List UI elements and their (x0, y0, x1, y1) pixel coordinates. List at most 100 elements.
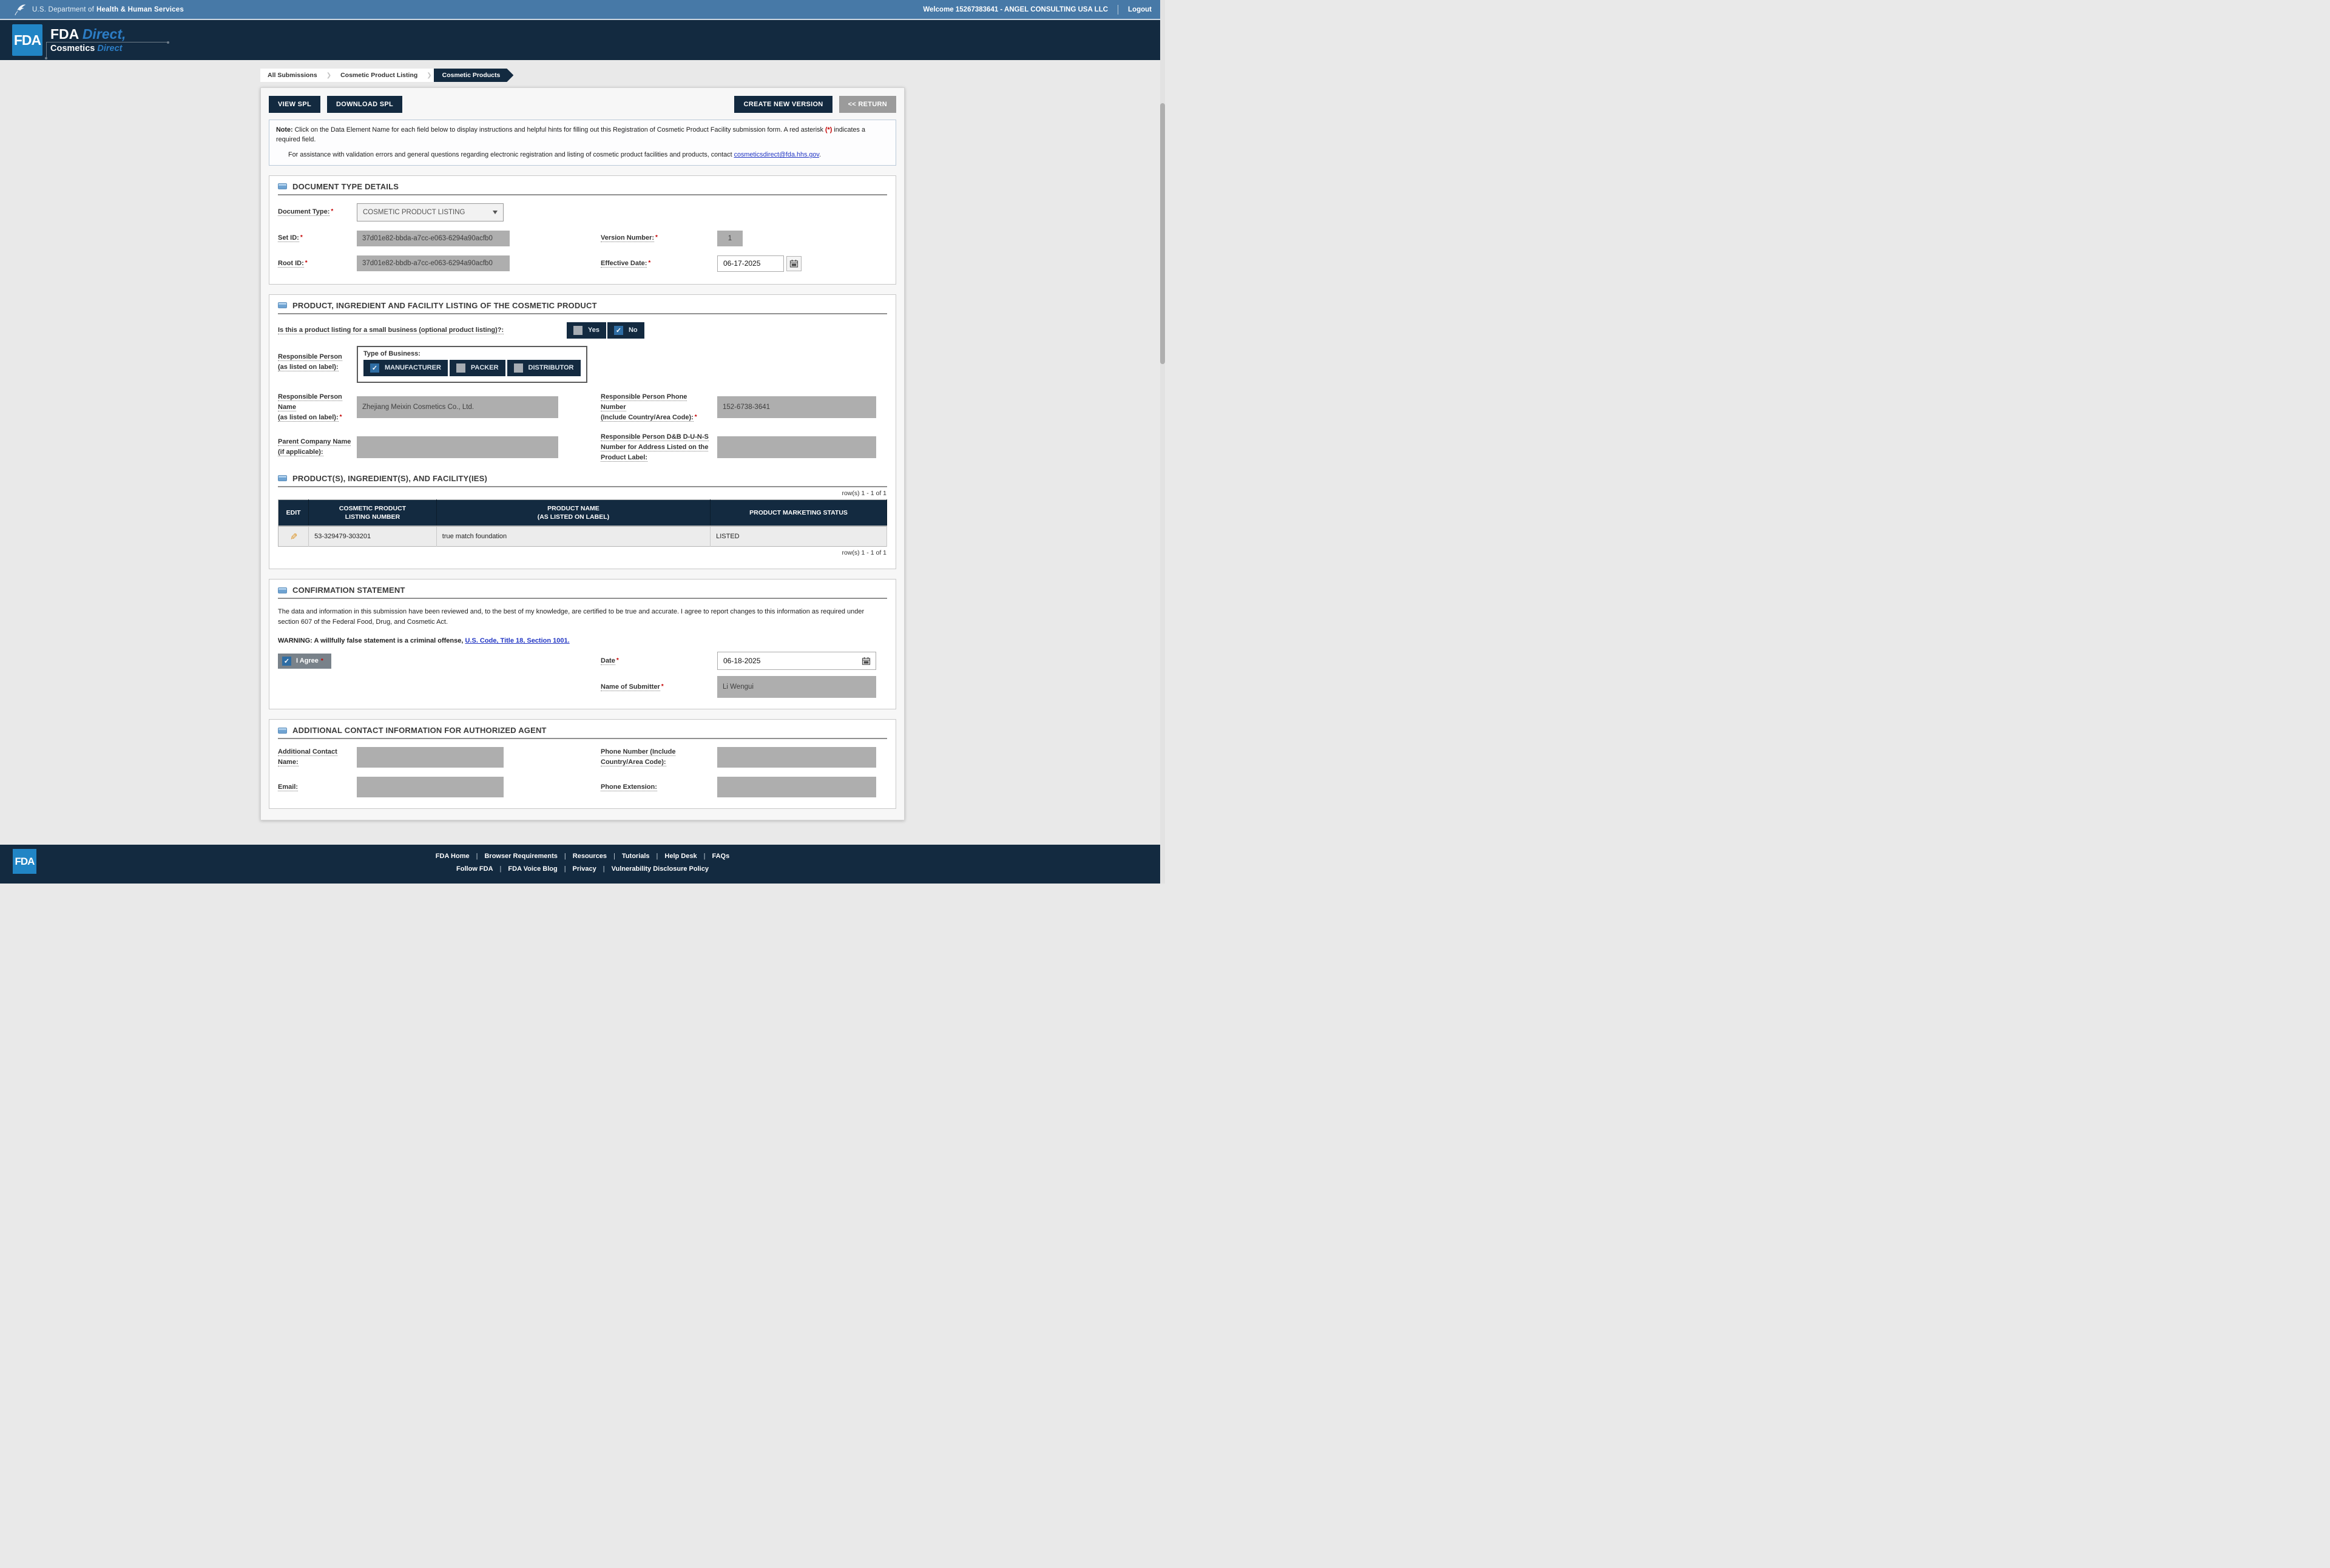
responsible-person-name-label[interactable]: Responsible Person Name (as listed on la… (278, 392, 357, 423)
date-label[interactable]: Date * (601, 656, 717, 666)
document-type-select[interactable]: COSMETIC PRODUCT LISTING (357, 203, 504, 221)
small-business-question-label[interactable]: Is this a product listing for a small bu… (278, 325, 563, 336)
additional-contact-name-field (357, 747, 504, 768)
logout-link[interactable]: Logout (1128, 6, 1152, 13)
section-title: PRODUCT, INGREDIENT AND FACILITY LISTING… (292, 300, 597, 310)
calendar-icon[interactable] (859, 654, 874, 669)
column-header-product-name: PRODUCT NAME (AS LISTED ON LABEL) (436, 499, 711, 527)
main-form-card: VIEW SPL DOWNLOAD SPL CREATE NEW VERSION… (260, 87, 905, 821)
set-id-label[interactable]: Set ID: * (278, 233, 357, 243)
brand-cosmetics-bold: Cosmetics (50, 44, 95, 54)
effective-date-input[interactable] (717, 255, 784, 272)
checkbox-icon: ✓ (613, 325, 623, 335)
fda-logo: FDA (12, 24, 42, 56)
checkbox-icon: ✓ (513, 363, 523, 373)
edit-pencil-icon[interactable]: ✎ (288, 533, 299, 541)
collapse-section-icon[interactable] (278, 183, 287, 190)
brand-fda-direct-bold: FDA (50, 25, 79, 42)
return-button[interactable]: << RETURN (839, 96, 896, 113)
responsible-person-duns-label[interactable]: Responsible Person D&B D-U-N-S Number fo… (601, 432, 717, 463)
hhs-eagle-icon (13, 4, 27, 16)
products-table: EDIT COSMETIC PRODUCT LISTING NUMBER PRO… (278, 499, 887, 547)
footer-links-row-1: FDA Home Browser Requirements Resources … (0, 853, 1165, 860)
small-business-no-checkbox[interactable]: ✓ No (607, 322, 644, 339)
footer-link-tutorials[interactable]: Tutorials (622, 853, 665, 860)
footer-link-vulnerability-policy[interactable]: Vulnerability Disclosure Policy (612, 865, 709, 873)
business-type-packer-checkbox[interactable]: ✓ PACKER (449, 359, 505, 376)
brand-cosmetics-italic: Direct (97, 44, 123, 54)
view-spl-button[interactable]: VIEW SPL (269, 96, 320, 113)
breadcrumb-cosmetic-product-listing[interactable]: Cosmetic Product Listing (333, 69, 425, 82)
download-spl-button[interactable]: DOWNLOAD SPL (326, 96, 403, 113)
section-header: DOCUMENT TYPE DETAILS (278, 182, 887, 195)
checkbox-icon: ✓ (573, 325, 582, 335)
us-code-link[interactable]: U.S. Code, Title 18, Section 1001. (465, 637, 569, 644)
root-id-field: 37d01e82-bbdb-a7cc-e063-6294a90acfb0 (357, 255, 510, 272)
section-title: ADDITIONAL CONTACT INFORMATION FOR AUTHO… (292, 726, 547, 735)
responsible-person-phone-label[interactable]: Responsible Person Phone Number (Include… (601, 392, 717, 423)
checkbox-icon: ✓ (370, 363, 379, 373)
collapse-section-icon[interactable] (278, 727, 287, 734)
section-product-ingredient-facility: PRODUCT, INGREDIENT AND FACILITY LISTING… (269, 294, 896, 570)
confirmation-date-input[interactable] (718, 653, 856, 669)
breadcrumb-all-submissions[interactable]: All Submissions (260, 69, 325, 82)
checkbox-icon: ✓ (282, 656, 291, 666)
effective-date-label[interactable]: Effective Date: * (601, 259, 717, 269)
section-document-type-details: DOCUMENT TYPE DETAILS Document Type: * CO… (269, 175, 896, 285)
calendar-icon[interactable] (786, 255, 802, 271)
email-field (357, 777, 504, 798)
product-name-cell: true match foundation (436, 525, 711, 547)
section-header: ADDITIONAL CONTACT INFORMATION FOR AUTHO… (278, 726, 887, 740)
note-box: Note: Click on the Data Element Name for… (269, 120, 896, 166)
parent-company-name-label[interactable]: Parent Company Name (if applicable): (278, 437, 357, 458)
footer-link-follow-fda[interactable]: Follow FDA (456, 865, 508, 873)
brand-header: FDA FDA Direct, Cosmetics Direct (0, 20, 1165, 60)
version-number-label[interactable]: Version Number: * (601, 233, 717, 243)
footer-link-fda-voice-blog[interactable]: FDA Voice Blog (508, 865, 572, 873)
note-text: Note: Click on the Data Element Name for… (276, 126, 865, 144)
collapse-section-icon[interactable] (278, 587, 287, 593)
section-title: DOCUMENT TYPE DETAILS (292, 181, 399, 191)
collapse-section-icon[interactable] (278, 475, 287, 482)
set-id-field: 37d01e82-bbda-a7cc-e063-6294a90acfb0 (357, 230, 510, 246)
column-header-marketing-status: PRODUCT MARKETING STATUS (710, 499, 887, 527)
table-row-count-bottom: row(s) 1 - 1 of 1 (842, 549, 886, 557)
phone-extension-label[interactable]: Phone Extension: (601, 782, 717, 792)
section-additional-contact: ADDITIONAL CONTACT INFORMATION FOR AUTHO… (269, 719, 896, 809)
version-number-field: 1 (717, 230, 743, 246)
footer-link-resources[interactable]: Resources (573, 853, 622, 860)
document-type-label[interactable]: Document Type: * (278, 207, 357, 217)
footer-link-privacy[interactable]: Privacy (573, 865, 612, 873)
phone-extension-field (717, 777, 876, 798)
footer-link-browser-requirements[interactable]: Browser Requirements (484, 853, 572, 860)
table-row-count-top: row(s) 1 - 1 of 1 (842, 489, 886, 497)
breadcrumb-cosmetic-products-active[interactable]: Cosmetic Products (434, 69, 514, 82)
collapse-section-icon[interactable] (278, 302, 287, 309)
name-of-submitter-label[interactable]: Name of Submitter * (601, 682, 717, 692)
responsible-person-label[interactable]: Responsible Person (as listed on label): (278, 346, 357, 373)
small-business-yes-checkbox[interactable]: ✓ Yes (567, 322, 606, 339)
parent-company-name-field (357, 436, 558, 459)
footer-link-fda-home[interactable]: FDA Home (436, 853, 485, 860)
welcome-user-text: Welcome 15267383641 - ANGEL CONSULTING U… (923, 5, 1109, 13)
business-type-distributor-checkbox[interactable]: ✓ DISTRIBUTOR (507, 359, 581, 376)
email-label[interactable]: Email: (278, 782, 357, 792)
responsible-person-duns-field (717, 436, 876, 459)
footer-link-faqs[interactable]: FAQs (712, 853, 729, 860)
business-type-manufacturer-checkbox[interactable]: ✓ MANUFACTURER (363, 359, 448, 376)
chevron-right-icon: ❯ (425, 69, 434, 82)
hhs-department-text: U.S. Department of Health & Human Service… (32, 5, 184, 13)
root-id-label[interactable]: Root ID: * (278, 259, 357, 269)
scrollbar-track[interactable] (1160, 0, 1165, 884)
toolbar: VIEW SPL DOWNLOAD SPL CREATE NEW VERSION… (269, 96, 896, 113)
assistance-text: For assistance with validation errors an… (288, 151, 821, 159)
agent-phone-number-label[interactable]: Phone Number (Include Country/Area Code)… (601, 747, 717, 768)
additional-contact-name-label[interactable]: Additional Contact Name: (278, 747, 357, 768)
footer-link-help-desk[interactable]: Help Desk (664, 853, 712, 860)
create-new-version-button[interactable]: CREATE NEW VERSION (734, 96, 832, 113)
scrollbar-thumb[interactable] (1160, 103, 1165, 364)
i-agree-checkbox[interactable]: ✓ I Agree * (278, 653, 331, 669)
contact-email-link[interactable]: cosmeticsdirect@fda.hhs.gov (734, 151, 819, 158)
footer-links-row-2: Follow FDA FDA Voice Blog Privacy Vulner… (0, 865, 1165, 873)
